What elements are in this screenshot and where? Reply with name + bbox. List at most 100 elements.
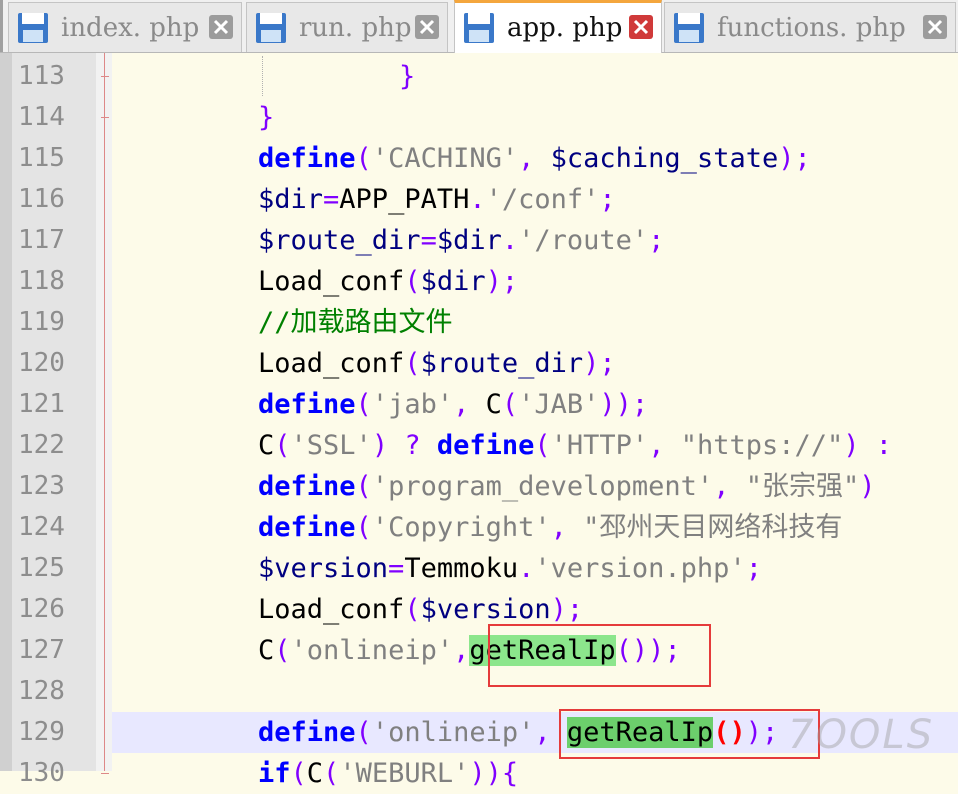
code-token: C	[306, 758, 324, 789]
code-token: Load_conf	[258, 348, 405, 379]
line-number: 113	[18, 61, 65, 91]
save-floppy-icon	[464, 13, 494, 43]
code-line[interactable]: define('program_development', "张宗强")	[112, 466, 958, 507]
line-number: 119	[18, 307, 65, 337]
code-line[interactable]: }	[112, 56, 958, 97]
save-floppy-icon	[256, 12, 286, 43]
code-token: 'onlineip'	[290, 635, 454, 666]
code-line[interactable]: //加载路由文件	[112, 302, 958, 343]
code-text: if(C('WEBURL')){	[258, 753, 518, 794]
code-line[interactable]: $version=Temmoku.'version.php';	[112, 548, 958, 589]
code-token: if	[258, 758, 291, 789]
code-token: (	[404, 348, 421, 379]
code-line[interactable]: if(C('WEBURL')){	[112, 753, 958, 794]
line-number: 123	[18, 471, 65, 501]
line-number: 129	[18, 717, 65, 747]
code-token: (	[355, 717, 372, 748]
close-icon[interactable]	[415, 15, 439, 39]
code-text: C('SSL') ? define('HTTP', "https://") :	[258, 425, 892, 466]
code-line[interactable]: $dir=APP_PATH.'/conf';	[112, 179, 958, 220]
code-token: Load_conf	[258, 266, 405, 297]
code-line[interactable]: define('jab', C('JAB'));	[112, 384, 958, 425]
annotation-box-line-129	[559, 709, 820, 759]
code-text: }	[334, 56, 415, 97]
tab-app-php[interactable]: app. php	[454, 0, 662, 53]
tab-label: run. php	[299, 12, 412, 43]
code-line[interactable]: $route_dir=$dir.'/route';	[112, 220, 958, 261]
code-token: (	[404, 594, 421, 625]
code-token: ,	[453, 635, 470, 666]
code-token: =	[420, 225, 437, 256]
code-token: 'version.php'	[534, 553, 746, 584]
code-token: ,	[550, 512, 584, 543]
code-token: //加载路由文件	[258, 307, 453, 338]
code-token: 'Copyright'	[371, 512, 551, 543]
code-token: (	[355, 389, 372, 420]
code-token: "张宗强"	[745, 471, 860, 502]
code-token: (	[290, 758, 307, 789]
line-number: 126	[18, 594, 65, 624]
code-token: ,	[648, 430, 681, 461]
fold-marker[interactable]	[101, 76, 109, 77]
code-line[interactable]: define('Copyright', "邳州天目网络科技有	[112, 507, 958, 548]
code-text: define('jab', C('JAB'));	[258, 384, 648, 425]
fold-marker[interactable]	[101, 117, 109, 118]
code-token: $dir	[420, 266, 486, 297]
code-token: $route_dir	[420, 348, 584, 379]
code-text: $version=Temmoku.'version.php';	[258, 548, 762, 589]
code-line[interactable]: Load_conf($dir);	[112, 261, 958, 302]
code-token: C	[258, 430, 275, 461]
code-token: ) ?	[371, 430, 437, 461]
close-icon[interactable]	[629, 15, 653, 39]
code-line[interactable]: }	[112, 97, 958, 138]
code-token: (	[355, 471, 372, 502]
code-token: );	[485, 266, 519, 297]
code-token: 'JAB'	[518, 389, 600, 420]
code-line[interactable]: Load_conf($route_dir);	[112, 343, 958, 384]
code-token: }	[258, 102, 275, 133]
code-token: (	[501, 389, 519, 420]
code-token: (	[534, 430, 551, 461]
close-icon[interactable]	[923, 15, 947, 39]
code-token: 'SSL'	[290, 430, 372, 461]
code-token: );	[550, 594, 584, 625]
code-line[interactable]: C('SSL') ? define('HTTP', "https://") :	[112, 425, 958, 466]
code-token: =	[388, 553, 405, 584]
code-token: $dir	[436, 225, 502, 256]
tab-bar: index. php run. php app. php functions. …	[0, 0, 958, 53]
tab-functions-php[interactable]: functions. php	[664, 2, 956, 52]
close-icon[interactable]	[209, 15, 233, 39]
code-token: define	[258, 717, 356, 748]
code-token: ,	[453, 389, 486, 420]
tab-index-php[interactable]: index. php	[8, 2, 242, 52]
code-text: define('CACHING', $caching_state);	[258, 138, 811, 179]
code-token: define	[258, 512, 356, 543]
code-token: 'onlineip'	[371, 717, 535, 748]
code-token: ) :	[843, 430, 893, 461]
code-token: $caching_state	[550, 143, 779, 174]
code-token: define	[258, 389, 356, 420]
line-number: 120	[18, 348, 65, 378]
line-number: 121	[18, 389, 65, 419]
code-token: ,	[518, 143, 551, 174]
code-token: $route_dir	[258, 225, 421, 256]
line-number: 127	[18, 635, 65, 665]
code-token: 'CACHING'	[371, 143, 519, 174]
save-floppy-icon	[18, 12, 48, 43]
code-token: ;	[599, 184, 616, 215]
code-token: (	[355, 143, 372, 174]
code-text: define('Copyright', "邳州天目网络科技有	[258, 507, 842, 548]
code-token: (	[274, 430, 291, 461]
tab-run-php[interactable]: run. php	[246, 2, 448, 52]
code-token: C	[258, 635, 275, 666]
line-number: 115	[18, 143, 65, 173]
code-token: ));	[599, 389, 649, 420]
line-number: 114	[18, 102, 65, 132]
code-line[interactable]: define('CACHING', $caching_state);	[112, 138, 958, 179]
code-token: 'jab'	[371, 389, 454, 420]
code-text: $dir=APP_PATH.'/conf';	[258, 179, 616, 220]
fold-marker[interactable]	[101, 773, 109, 774]
code-token: ,	[713, 471, 746, 502]
line-number: 118	[18, 266, 65, 296]
code-token: (	[355, 512, 372, 543]
